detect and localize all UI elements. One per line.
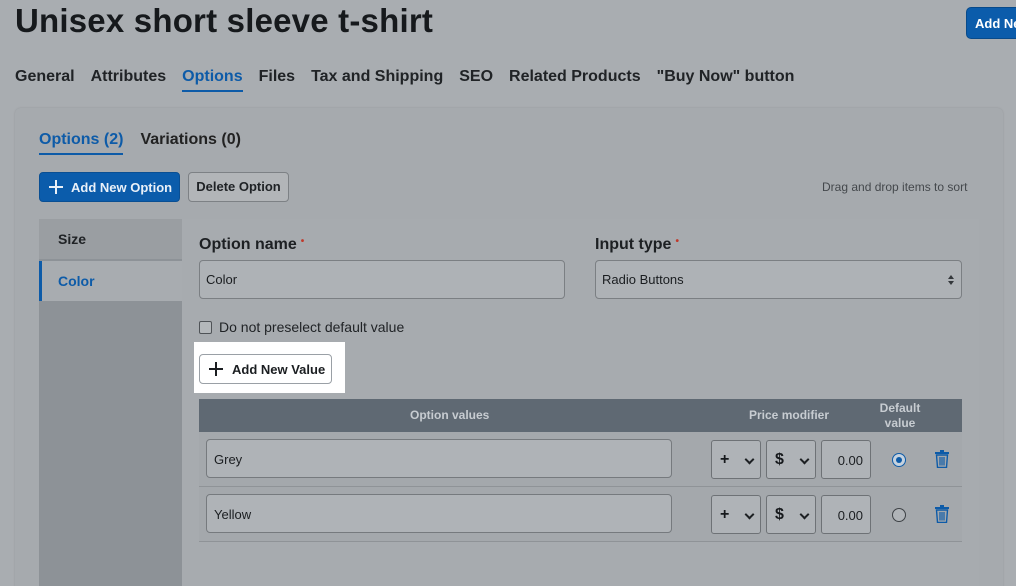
- price-sign-value: +: [720, 451, 730, 468]
- chevron-down-icon: [744, 454, 755, 465]
- delete-option-button[interactable]: Delete Option: [188, 172, 289, 202]
- tab-related-products[interactable]: Related Products: [509, 68, 641, 92]
- price-currency-select[interactable]: $: [766, 495, 816, 534]
- plus-icon: [209, 362, 223, 376]
- sub-tabs: Options (2) Variations (0): [39, 131, 241, 155]
- default-value-radio[interactable]: [892, 453, 906, 467]
- add-new-value-label: Add New Value: [232, 361, 326, 377]
- subtab-variations[interactable]: Variations (0): [140, 131, 240, 155]
- plus-icon: [49, 180, 63, 194]
- price-input[interactable]: 0.00: [821, 495, 871, 534]
- price-currency-value: $: [775, 506, 784, 523]
- price-sign-select[interactable]: +: [711, 440, 761, 479]
- input-type-value: Radio Buttons: [602, 272, 684, 287]
- tab-tax-and-shipping[interactable]: Tax and Shipping: [311, 68, 443, 92]
- price-sign-value: +: [720, 506, 730, 523]
- price-currency-select[interactable]: $: [766, 440, 816, 479]
- tab-options[interactable]: Options: [182, 68, 243, 92]
- tab-seo[interactable]: SEO: [459, 68, 493, 92]
- no-preselect-label: Do not preselect default value: [219, 319, 405, 335]
- trash-icon[interactable]: [934, 505, 950, 528]
- drag-hint: Drag and drop items to sort: [822, 180, 968, 194]
- tab-general[interactable]: General: [15, 68, 75, 92]
- subtab-options[interactable]: Options (2): [39, 131, 124, 155]
- table-row: Yellow + $ 0.00: [199, 487, 962, 542]
- option-name-label: Option name •: [199, 236, 304, 254]
- header-price-modifier: Price modifier: [749, 408, 830, 422]
- main-tabs: General Attributes Options Files Tax and…: [15, 68, 794, 92]
- no-preselect-row: Do not preselect default value: [199, 319, 404, 335]
- add-new-option-label: Add New Option: [71, 179, 173, 195]
- add-new-option-button[interactable]: Add New Option: [39, 172, 180, 202]
- option-name-label-text: Option name: [199, 236, 297, 253]
- add-new-button[interactable]: Add New: [966, 7, 1016, 39]
- option-item-size[interactable]: Size: [39, 219, 182, 259]
- option-name-input[interactable]: [199, 260, 565, 299]
- option-value-input[interactable]: Grey: [206, 439, 672, 478]
- tab-attributes[interactable]: Attributes: [91, 68, 167, 92]
- options-list: Size Color: [39, 219, 182, 586]
- option-item-color[interactable]: Color: [39, 261, 182, 301]
- price-currency-value: $: [775, 451, 784, 468]
- price-input[interactable]: 0.00: [821, 440, 871, 479]
- add-new-value-button[interactable]: Add New Value: [199, 354, 332, 384]
- required-marker: •: [300, 236, 305, 247]
- trash-icon[interactable]: [934, 450, 950, 473]
- input-type-select[interactable]: Radio Buttons: [595, 260, 962, 299]
- sort-arrows-icon: [948, 275, 955, 287]
- trash-icon-graphic: [935, 450, 949, 469]
- values-table-header: Option values Price modifier Default val…: [199, 399, 962, 432]
- tab-files[interactable]: Files: [259, 68, 295, 92]
- chevron-down-icon: [799, 454, 810, 465]
- chevron-down-icon: [799, 509, 810, 520]
- input-type-label: Input type •: [595, 236, 679, 254]
- trash-icon-graphic: [935, 505, 949, 524]
- header-default-value: Default value: [879, 401, 921, 430]
- option-value-input[interactable]: Yellow: [206, 494, 672, 533]
- input-type-label-text: Input type: [595, 236, 672, 253]
- no-preselect-checkbox[interactable]: [199, 320, 212, 334]
- price-sign-select[interactable]: +: [711, 495, 761, 534]
- header-option-values: Option values: [410, 408, 490, 422]
- required-marker: •: [675, 236, 679, 247]
- page-title: Unisex short sleeve t-shirt: [15, 2, 434, 39]
- tab-buy-now-button[interactable]: "Buy Now" button: [657, 68, 795, 92]
- default-value-radio[interactable]: [892, 508, 906, 522]
- chevron-down-icon: [744, 509, 755, 520]
- table-row: Grey + $ 0.00: [199, 432, 962, 487]
